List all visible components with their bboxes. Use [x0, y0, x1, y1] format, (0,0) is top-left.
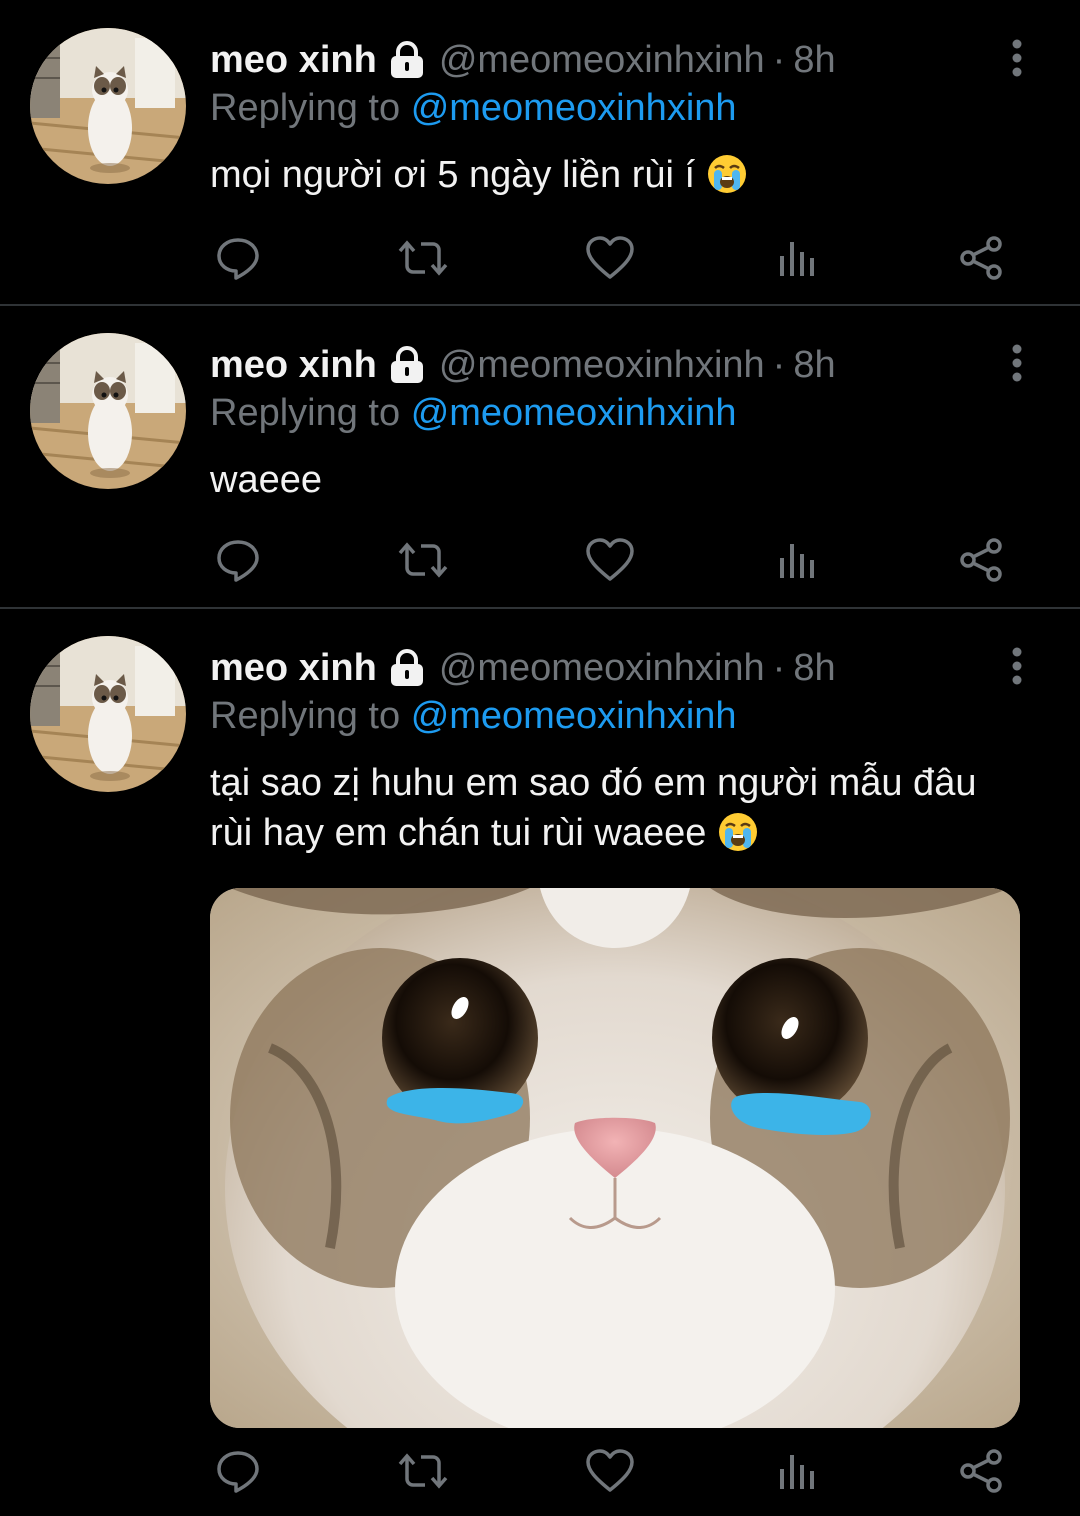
reply-icon[interactable] [210, 230, 266, 286]
reply-mention-link[interactable]: @meomeoxinhxinh [411, 87, 737, 129]
share-icon[interactable] [954, 532, 1010, 588]
replying-prefix: Replying to [210, 87, 401, 129]
tweet-text-content: waeee [210, 459, 322, 501]
tweet-header: meo xinh @meomeoxinhxinh · 8h [210, 38, 836, 82]
tweet-media-image[interactable] [210, 888, 1020, 1428]
heart-icon[interactable] [582, 1443, 638, 1499]
tweet-text-content: mọi người ơi 5 ngày liền rùi í [210, 154, 696, 196]
tweet-actions [210, 532, 1020, 592]
tweet-actions [210, 1443, 1020, 1503]
replying-to: Replying to @meomeoxinhxinh [210, 391, 737, 435]
tweet-text: mọi người ơi 5 ngày liền rùi í [210, 150, 1010, 200]
loudly-crying-face-icon [706, 153, 748, 195]
analytics-icon[interactable] [768, 532, 824, 588]
avatar[interactable] [30, 28, 186, 184]
display-name[interactable]: meo xinh [210, 38, 377, 82]
more-vertical-icon[interactable] [1002, 36, 1032, 80]
display-name[interactable]: meo xinh [210, 343, 377, 387]
display-name[interactable]: meo xinh [210, 646, 377, 690]
reply-mention-link[interactable]: @meomeoxinhxinh [411, 695, 737, 737]
separator: · [772, 647, 786, 689]
loudly-crying-face-icon [717, 811, 759, 853]
retweet-icon[interactable] [395, 1443, 451, 1499]
tweet-header: meo xinh @meomeoxinhxinh · 8h [210, 646, 836, 690]
user-handle[interactable]: @meomeoxinhxinh [439, 343, 765, 387]
timestamp[interactable]: 8h [793, 38, 835, 82]
more-vertical-icon[interactable] [1002, 341, 1032, 385]
heart-icon[interactable] [582, 230, 638, 286]
lock-icon [387, 345, 427, 385]
replying-to: Replying to @meomeoxinhxinh [210, 86, 737, 130]
timestamp[interactable]: 8h [793, 343, 835, 387]
heart-icon[interactable] [582, 532, 638, 588]
reply-mention-link[interactable]: @meomeoxinhxinh [411, 392, 737, 434]
timestamp[interactable]: 8h [793, 646, 835, 690]
tweet-feed: meo xinh @meomeoxinhxinh · 8h Replying t… [0, 0, 1080, 1516]
more-vertical-icon[interactable] [1002, 644, 1032, 688]
tweet-actions [210, 230, 1020, 290]
analytics-icon[interactable] [768, 230, 824, 286]
separator: · [772, 344, 786, 386]
tweet-text-content: tại sao zị huhu em sao đó em người mẫu đ… [210, 762, 977, 854]
replying-prefix: Replying to [210, 695, 401, 737]
tweet[interactable]: meo xinh @meomeoxinhxinh · 8h Replying t… [0, 608, 1080, 1516]
share-icon[interactable] [954, 1443, 1010, 1499]
tweet[interactable]: meo xinh @meomeoxinhxinh · 8h Replying t… [0, 0, 1080, 305]
avatar[interactable] [30, 636, 186, 792]
reply-icon[interactable] [210, 1443, 266, 1499]
retweet-icon[interactable] [395, 532, 451, 588]
reply-icon[interactable] [210, 532, 266, 588]
user-handle[interactable]: @meomeoxinhxinh [439, 38, 765, 82]
replying-to: Replying to @meomeoxinhxinh [210, 694, 737, 738]
tweet-text: waeee [210, 455, 1010, 505]
tweet-header: meo xinh @meomeoxinhxinh · 8h [210, 343, 836, 387]
share-icon[interactable] [954, 230, 1010, 286]
tweet[interactable]: meo xinh @meomeoxinhxinh · 8h Replying t… [0, 305, 1080, 608]
separator: · [772, 39, 786, 81]
lock-icon [387, 40, 427, 80]
analytics-icon[interactable] [768, 1443, 824, 1499]
crying-cat-photo [210, 888, 1020, 1428]
replying-prefix: Replying to [210, 392, 401, 434]
retweet-icon[interactable] [395, 230, 451, 286]
avatar[interactable] [30, 333, 186, 489]
user-handle[interactable]: @meomeoxinhxinh [439, 646, 765, 690]
tweet-text: tại sao zị huhu em sao đó em người mẫu đ… [210, 758, 1000, 858]
lock-icon [387, 648, 427, 688]
